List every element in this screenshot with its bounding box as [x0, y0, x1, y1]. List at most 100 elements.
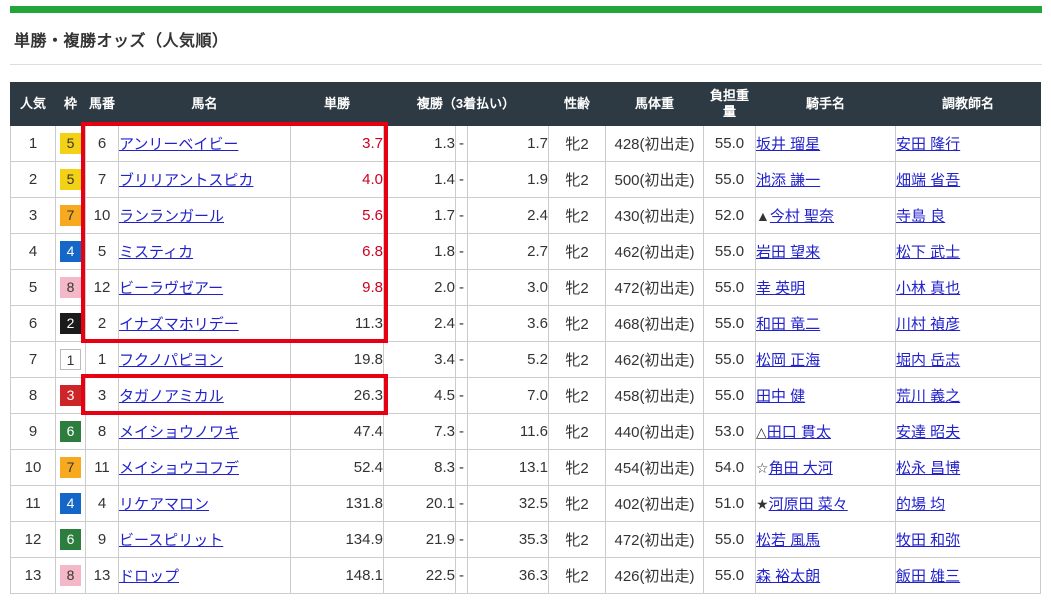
horse-number-cell: 1 [86, 342, 119, 378]
place-odds-high-cell: 2.7 [468, 234, 549, 270]
jockey-link[interactable]: 松岡 正海 [756, 352, 820, 369]
place-odds-separator: - [456, 306, 468, 342]
horse-number-cell: 6 [86, 126, 119, 162]
jockey-link[interactable]: 和田 竜二 [756, 316, 820, 333]
jockey-apprentice-mark: ☆ [756, 460, 769, 476]
horse-name-link[interactable]: ミスティカ [119, 244, 193, 261]
horse-name-link[interactable]: メイショウノワキ [119, 424, 239, 441]
sex-age-cell: 牝2 [549, 486, 606, 522]
place-odds-separator: - [456, 522, 468, 558]
jockey-link[interactable]: 坂井 瑠星 [756, 136, 820, 153]
waku-cell: 8 [56, 270, 86, 306]
jockey-cell: ★河原田 菜々 [756, 486, 896, 522]
trainer-link[interactable]: 小林 真也 [896, 280, 960, 297]
jockey-apprentice-mark: ★ [756, 496, 769, 512]
horse-name-link[interactable]: ビーラヴゼアー [119, 280, 223, 297]
place-odds-high-cell: 3.0 [468, 270, 549, 306]
trainer-link[interactable]: 荒川 義之 [896, 388, 960, 405]
horse-number-cell: 11 [86, 450, 119, 486]
load-weight-cell: 55.0 [704, 558, 756, 594]
place-odds-high-cell: 1.9 [468, 162, 549, 198]
place-odds-high-cell: 7.0 [468, 378, 549, 414]
jockey-link[interactable]: 今村 聖奈 [770, 208, 834, 225]
horse-name-link[interactable]: ビースピリット [119, 532, 223, 549]
trainer-link[interactable]: 畑端 省吾 [896, 172, 960, 189]
table-row: 13 8 13 ドロップ 148.1 22.5 - 36.3 牝2 426(初出… [11, 558, 1041, 594]
trainer-cell: 松永 昌博 [896, 450, 1041, 486]
jockey-link[interactable]: 森 裕太朗 [756, 568, 820, 585]
table-row: 3 7 10 ランランガール 5.6 1.7 - 2.4 牝2 430(初出走)… [11, 198, 1041, 234]
trainer-link[interactable]: 寺島 良 [896, 208, 945, 225]
jockey-link[interactable]: 松若 風馬 [756, 532, 820, 549]
horse-weight-cell: 468(初出走) [606, 306, 704, 342]
load-weight-cell: 55.0 [704, 162, 756, 198]
place-odds-low-cell: 1.8 [384, 234, 456, 270]
header-jockey: 騎手名 [756, 83, 896, 126]
horse-name-link[interactable]: ブリリアントスピカ [119, 172, 253, 189]
horse-name-cell: タガノアミカル [119, 378, 291, 414]
horse-name-link[interactable]: メイショウコフデ [119, 460, 239, 477]
waku-badge: 5 [60, 169, 81, 190]
sex-age-cell: 牝2 [549, 270, 606, 306]
load-weight-cell: 54.0 [704, 450, 756, 486]
win-odds-cell: 19.8 [291, 342, 384, 378]
jockey-link[interactable]: 池添 謙一 [756, 172, 820, 189]
horse-number-cell: 9 [86, 522, 119, 558]
waku-badge: 8 [60, 277, 81, 298]
waku-cell: 3 [56, 378, 86, 414]
horse-name-link[interactable]: アンリーベイビー [119, 136, 238, 153]
horse-name-cell: ビースピリット [119, 522, 291, 558]
horse-name-link[interactable]: フクノパピヨン [119, 352, 223, 369]
place-odds-separator: - [456, 486, 468, 522]
trainer-cell: 安達 昭夫 [896, 414, 1041, 450]
place-odds-low-cell: 21.9 [384, 522, 456, 558]
place-odds-separator: - [456, 162, 468, 198]
place-odds-low-cell: 1.4 [384, 162, 456, 198]
table-row: 6 2 2 イナズマホリデー 11.3 2.4 - 3.6 牝2 468(初出走… [11, 306, 1041, 342]
rank-cell: 2 [11, 162, 56, 198]
horse-name-cell: ランランガール [119, 198, 291, 234]
trainer-link[interactable]: 川村 禎彦 [896, 316, 960, 333]
horse-name-link[interactable]: リケアマロン [119, 496, 209, 513]
horse-weight-cell: 462(初出走) [606, 342, 704, 378]
table-row: 4 4 5 ミスティカ 6.8 1.8 - 2.7 牝2 462(初出走) 55… [11, 234, 1041, 270]
trainer-link[interactable]: 安田 隆行 [896, 136, 960, 153]
load-weight-cell: 55.0 [704, 270, 756, 306]
trainer-link[interactable]: 松永 昌博 [896, 460, 960, 477]
place-odds-low-cell: 22.5 [384, 558, 456, 594]
horse-name-link[interactable]: タガノアミカル [119, 388, 224, 405]
trainer-link[interactable]: 堀内 岳志 [896, 352, 960, 369]
trainer-link[interactable]: 牧田 和弥 [896, 532, 960, 549]
trainer-link[interactable]: 的場 均 [896, 496, 945, 513]
trainer-cell: 畑端 省吾 [896, 162, 1041, 198]
trainer-link[interactable]: 飯田 雄三 [896, 568, 960, 585]
trainer-link[interactable]: 松下 武士 [896, 244, 960, 261]
odds-table: 人気 枠 馬番 馬名 単勝 複勝（3着払い） 性齢 馬体重 負担重量 騎手名 調… [10, 82, 1041, 594]
jockey-cell: ☆角田 大河 [756, 450, 896, 486]
rank-cell: 11 [11, 486, 56, 522]
jockey-cell: ▲今村 聖奈 [756, 198, 896, 234]
jockey-link[interactable]: 角田 大河 [769, 460, 833, 477]
horse-number-cell: 2 [86, 306, 119, 342]
jockey-link[interactable]: 田中 健 [756, 388, 805, 405]
trainer-cell: 的場 均 [896, 486, 1041, 522]
table-row: 7 1 1 フクノパピヨン 19.8 3.4 - 5.2 牝2 462(初出走)… [11, 342, 1041, 378]
waku-badge: 7 [60, 457, 81, 478]
horse-name-link[interactable]: イナズマホリデー [119, 316, 239, 333]
horse-weight-cell: 402(初出走) [606, 486, 704, 522]
jockey-link[interactable]: 田口 貫太 [767, 424, 831, 441]
jockey-link[interactable]: 岩田 望来 [756, 244, 820, 261]
place-odds-separator: - [456, 378, 468, 414]
horse-name-link[interactable]: ランランガール [119, 208, 224, 225]
horse-weight-cell: 472(初出走) [606, 522, 704, 558]
jockey-link[interactable]: 河原田 菜々 [769, 496, 848, 513]
rank-cell: 4 [11, 234, 56, 270]
trainer-link[interactable]: 安達 昭夫 [896, 424, 960, 441]
waku-cell: 5 [56, 162, 86, 198]
horse-name-link[interactable]: ドロップ [119, 568, 179, 585]
place-odds-low-cell: 3.4 [384, 342, 456, 378]
horse-weight-cell: 458(初出走) [606, 378, 704, 414]
waku-badge: 2 [60, 313, 81, 334]
place-odds-separator: - [456, 234, 468, 270]
jockey-link[interactable]: 幸 英明 [756, 280, 805, 297]
